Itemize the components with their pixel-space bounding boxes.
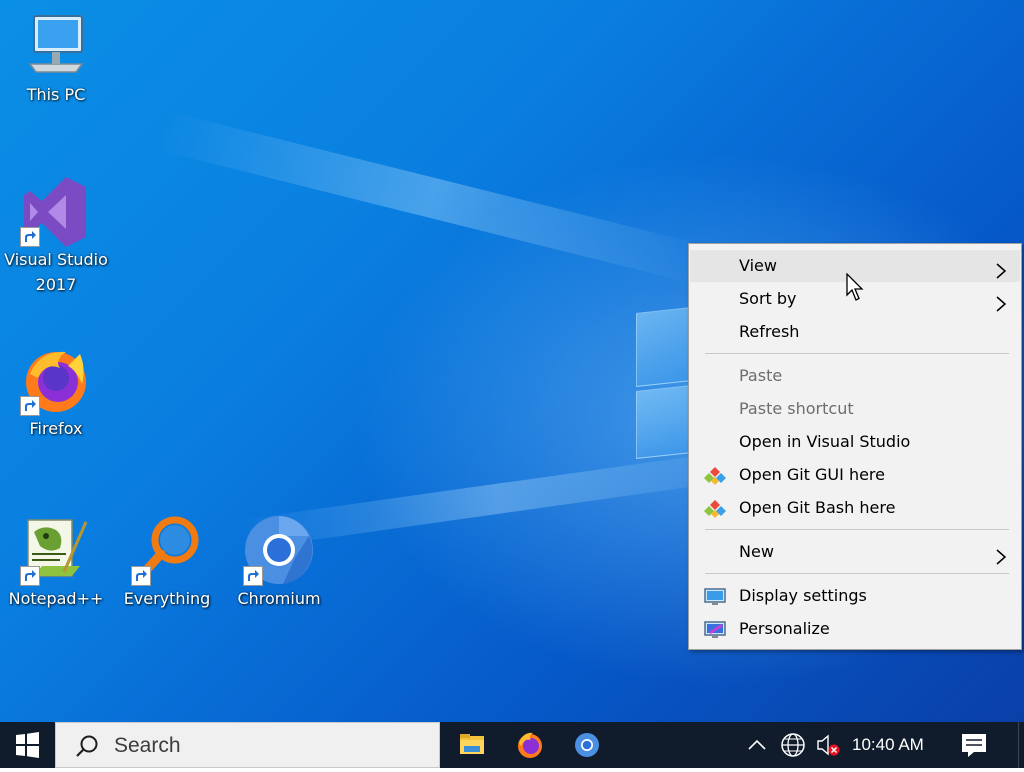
chromium-icon <box>243 514 315 586</box>
menu-item-paste[interactable]: Paste <box>690 360 1020 392</box>
menu-separator <box>705 573 1009 574</box>
wallpaper-logo-pane <box>636 385 692 459</box>
desktop-icon-label: Firefox <box>29 419 83 438</box>
action-center-icon <box>962 734 986 757</box>
menu-item-display-settings[interactable]: Display settings <box>690 580 1020 612</box>
desktop-icon-label: Chromium <box>237 589 321 608</box>
label-line: Visual Studio <box>4 250 108 269</box>
taskbar-firefox[interactable] <box>502 722 558 768</box>
tray-network[interactable] <box>776 722 810 768</box>
menu-item-label: Open Git GUI here <box>739 465 885 484</box>
file-explorer-icon <box>460 734 484 754</box>
this-pc-icon <box>20 10 92 82</box>
shortcut-arrow-icon <box>243 566 263 586</box>
firefox-icon <box>20 344 92 416</box>
menu-item-label: Sort by <box>739 289 797 308</box>
desktop-icon-firefox[interactable]: Firefox <box>1 344 111 441</box>
desktop-icon-label: Everything <box>123 589 211 608</box>
volume-muted-icon <box>817 734 840 756</box>
show-desktop-button[interactable] <box>1018 722 1024 768</box>
menu-item-paste-shortcut[interactable]: Paste shortcut <box>690 393 1020 425</box>
menu-item-refresh[interactable]: Refresh <box>690 316 1020 348</box>
desktop-icon-notepad-plus-plus[interactable]: Notepad++ <box>1 514 111 611</box>
chevron-right-icon <box>994 291 1008 312</box>
shortcut-arrow-icon <box>131 566 151 586</box>
menu-item-new[interactable]: New <box>690 536 1020 568</box>
taskbar-file-explorer[interactable] <box>444 722 500 768</box>
menu-item-label: Display settings <box>739 586 867 605</box>
tray-volume[interactable] <box>812 722 844 768</box>
menu-separator <box>705 529 1009 530</box>
menu-item-label: Paste shortcut <box>739 399 854 418</box>
visual-studio-icon <box>20 175 92 247</box>
search-icon <box>76 735 98 757</box>
shortcut-arrow-icon <box>20 566 40 586</box>
start-button[interactable] <box>0 722 54 768</box>
network-globe-icon <box>781 733 805 757</box>
taskbar-search-box[interactable]: Search <box>55 722 440 768</box>
git-gui-icon <box>704 465 726 485</box>
desktop-icon-everything[interactable]: Everything <box>112 514 222 611</box>
menu-item-open-git-gui[interactable]: Open Git GUI here <box>690 459 1020 491</box>
menu-item-label: View <box>739 256 777 275</box>
display-settings-icon <box>704 586 726 606</box>
search-placeholder: Search <box>114 734 181 757</box>
wallpaper-beam <box>155 110 709 285</box>
git-bash-icon <box>704 498 726 518</box>
wallpaper-logo-pane <box>636 307 692 387</box>
mouse-cursor-icon <box>846 272 866 303</box>
personalize-icon <box>704 619 726 639</box>
taskbar-clock[interactable]: 10:40 AM <box>852 735 924 755</box>
tray-overflow-button[interactable] <box>742 722 772 768</box>
desktop-icon-label: Notepad++ <box>8 589 104 608</box>
action-center-button[interactable] <box>950 722 998 768</box>
firefox-icon <box>518 732 542 758</box>
chevron-right-icon <box>994 544 1008 565</box>
menu-item-personalize[interactable]: Personalize <box>690 613 1020 645</box>
menu-separator <box>705 353 1009 354</box>
menu-item-label: Personalize <box>739 619 830 638</box>
chevron-up-icon <box>748 739 766 750</box>
desktop-icon-visual-studio[interactable]: Visual Studio 2017 <box>1 175 111 297</box>
desktop-icon-label: Visual Studio 2017 <box>1 247 111 297</box>
taskbar-chromium[interactable] <box>559 722 615 768</box>
menu-item-open-in-visual-studio[interactable]: Open in Visual Studio <box>690 426 1020 458</box>
notepad-plus-plus-icon <box>20 514 92 586</box>
everything-search-icon <box>131 514 203 586</box>
label-line: 2017 <box>35 275 77 294</box>
desktop-icon-this-pc[interactable]: This PC <box>1 10 111 107</box>
desktop-icon-label: This PC <box>26 85 86 104</box>
chevron-right-icon <box>994 258 1008 279</box>
menu-item-label: Open Git Bash here <box>739 498 896 517</box>
menu-item-label: Paste <box>739 366 783 385</box>
shortcut-arrow-icon <box>20 227 40 247</box>
menu-item-label: Refresh <box>739 322 800 341</box>
menu-item-label: Open in Visual Studio <box>739 432 911 451</box>
shortcut-arrow-icon <box>20 396 40 416</box>
desktop-context-menu: View Sort by Refresh Paste Paste shortcu… <box>688 243 1022 650</box>
desktop-icon-chromium[interactable]: Chromium <box>224 514 334 611</box>
menu-item-open-git-bash[interactable]: Open Git Bash here <box>690 492 1020 524</box>
menu-item-label: New <box>739 542 774 561</box>
taskbar: Search 10:40 AM <box>0 722 1024 768</box>
chromium-icon <box>575 733 599 757</box>
windows-logo-icon <box>16 732 39 758</box>
